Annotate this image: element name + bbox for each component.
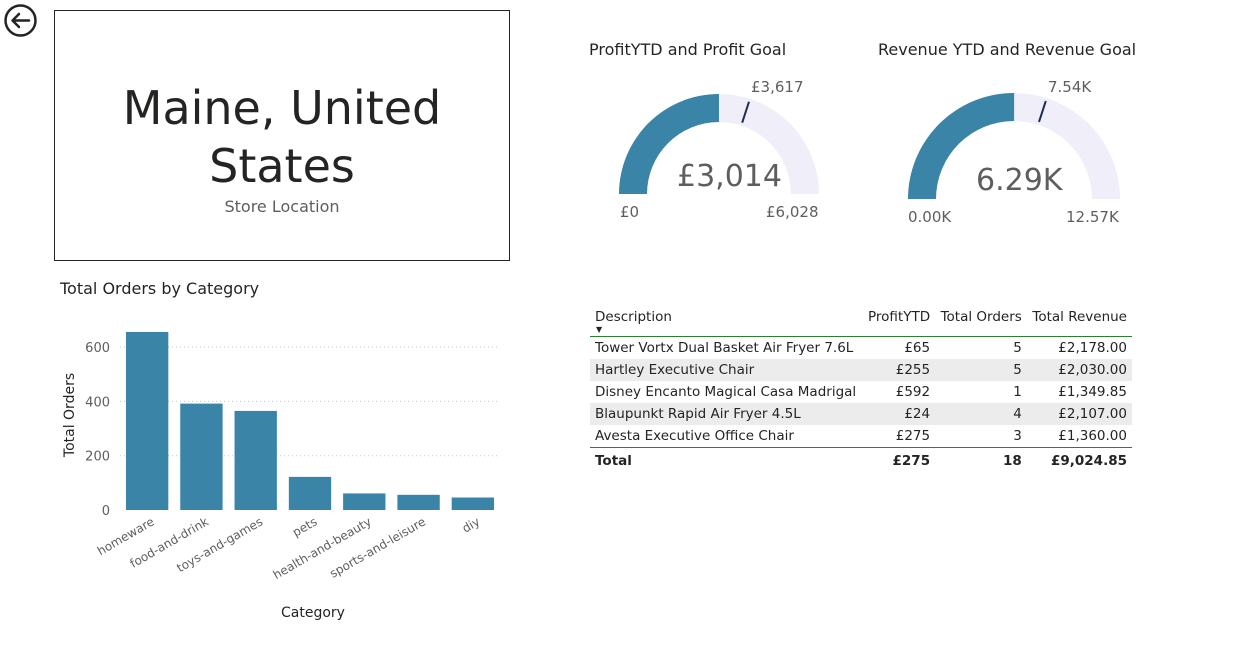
revenue-gauge-min-label: 0.00K [908,208,952,226]
total-profit-ytd: £275 [892,453,931,469]
cell-description: Blaupunkt Rapid Air Fryer 4.5L [595,406,801,422]
table-row[interactable]: Hartley Executive Chair £255 5 £2,030.00 [590,359,1132,381]
column-header-description[interactable]: Description ▼ [590,306,863,337]
y-tick-label: 400 [85,395,110,410]
column-header-profit-ytd[interactable]: ProfitYTD [863,306,935,337]
cell-profit-ytd: £65 [904,340,931,356]
revenue-gauge-target-label: 7.54K [1048,78,1092,96]
total-label: Total [595,453,632,469]
cell-profit-ytd: £255 [895,362,931,378]
cell-description: Tower Vortx Dual Basket Air Fryer 7.6L [595,340,854,356]
cell-total-revenue: £1,360.00 [1058,428,1127,444]
cell-description: Disney Encanto Magical Casa Madrigal [595,384,857,400]
store-location-line-2: States [209,139,355,193]
cell-description: Hartley Executive Chair [595,362,755,378]
cell-total-revenue: £2,030.00 [1058,362,1127,378]
x-tick-label: pets [290,514,319,539]
cell-description: Avesta Executive Office Chair [595,428,794,444]
bar-pets [288,476,332,510]
orders-by-category-chart[interactable]: 0200400600homewarefood-and-drinktoys-and… [50,310,520,630]
cell-profit-ytd: £24 [904,406,931,422]
column-header-total-orders[interactable]: Total Orders [935,306,1027,337]
table-header-row: Description ▼ ProfitYTD Total Orders Tot… [590,306,1132,337]
table-total-row: Total £275 18 £9,024.85 [590,447,1132,473]
bar-homeware [125,331,169,510]
store-location-value: Maine, United States [55,79,509,195]
bar-diy [451,497,495,510]
x-tick-label: diy [460,514,483,535]
store-location-label: Store Location [224,197,340,216]
cell-total-orders: 5 [1013,362,1022,378]
total-revenue: £9,024.85 [1050,453,1127,469]
cell-profit-ytd: £592 [895,384,931,400]
y-tick-label: 200 [85,450,110,465]
table-row[interactable]: Blaupunkt Rapid Air Fryer 4.5L £24 4 £2,… [590,403,1132,425]
cell-total-orders: 3 [1013,428,1022,444]
store-location-line-1: Maine, United [122,81,442,135]
bar-food-and-drink [180,403,223,510]
table-row[interactable]: Disney Encanto Magical Casa Madrigal £59… [590,381,1132,403]
bar-health-and-beauty [343,493,386,510]
cell-total-orders: 4 [1013,406,1022,422]
back-button[interactable] [3,3,38,38]
revenue-gauge[interactable]: Revenue YTD and Revenue Goal 7.54K 6.29K… [878,40,1158,240]
y-axis-title: Total Orders [62,373,78,458]
profit-gauge-min-label: £0 [620,203,640,221]
cell-total-orders: 5 [1013,340,1022,356]
table-row[interactable]: Tower Vortx Dual Basket Air Fryer 7.6L £… [590,337,1132,360]
profit-gauge[interactable]: ProfitYTD and Profit Goal £3,617 £3,014 … [589,40,829,240]
y-tick-label: 0 [102,504,110,519]
revenue-gauge-max-label: 12.57K [1066,208,1119,226]
bar-toys-and-games [234,410,277,510]
cell-total-revenue: £2,178.00 [1058,340,1127,356]
total-orders: 18 [1003,453,1022,469]
cell-total-revenue: £2,107.00 [1058,406,1127,422]
table-row[interactable]: Avesta Executive Office Chair £275 3 £1,… [590,425,1132,448]
bar-sports-and-leisure [397,494,440,510]
y-tick-label: 600 [85,341,110,356]
profit-gauge-value: £3,014 [677,159,782,194]
store-location-card[interactable]: Maine, United States Store Location [54,10,510,261]
x-axis-title: Category [281,605,345,621]
cell-total-revenue: £1,349.85 [1058,384,1127,400]
x-tick-label: sports-and-leisure [327,514,428,580]
cell-total-orders: 1 [1013,384,1022,400]
profit-gauge-target-label: £3,617 [751,78,804,96]
sort-descending-icon[interactable]: ▼ [596,325,602,334]
x-tick-label: health-and-beauty [271,514,374,582]
product-table[interactable]: Description ▼ ProfitYTD Total Orders Tot… [590,306,1132,472]
revenue-gauge-value: 6.29K [976,163,1063,198]
profit-gauge-max-label: £6,028 [766,203,819,221]
back-arrow-icon [4,4,37,37]
bar-chart-title: Total Orders by Category [60,279,260,298]
cell-profit-ytd: £275 [895,428,931,444]
column-header-total-revenue[interactable]: Total Revenue [1027,306,1132,337]
